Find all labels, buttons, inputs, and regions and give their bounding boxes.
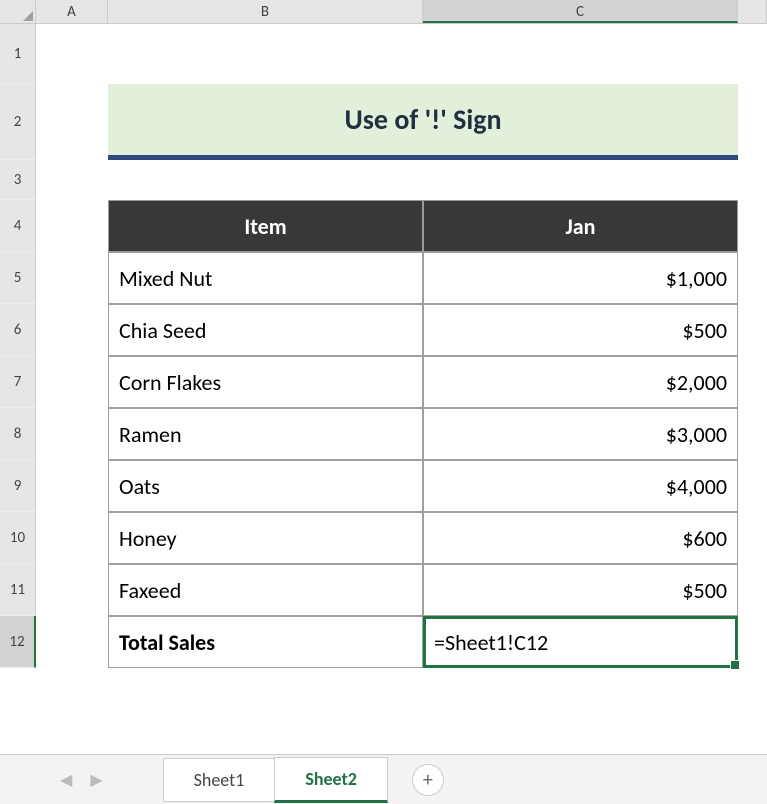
col-header-B[interactable]: B	[108, 0, 423, 23]
row-header-6[interactable]: 6	[0, 304, 36, 356]
tab-nav-next-icon[interactable]: ▶	[90, 770, 102, 790]
row-header-7[interactable]: 7	[0, 356, 36, 408]
header-item[interactable]: Item	[108, 200, 423, 252]
table-row: Chia Seed $500	[108, 304, 738, 356]
plus-icon: +	[423, 768, 433, 792]
cell-item[interactable]: Oats	[108, 460, 423, 512]
cell-jan[interactable]: $2,000	[423, 356, 738, 408]
cell-item[interactable]: Honey	[108, 512, 423, 564]
sheet-tab-2[interactable]: Sheet2	[274, 757, 388, 803]
table-row: Ramen $3,000	[108, 408, 738, 460]
row-header-1[interactable]: 1	[0, 24, 36, 84]
column-headers: A B C	[0, 0, 767, 24]
cell-jan[interactable]: $500	[423, 304, 738, 356]
col-header-next[interactable]	[738, 0, 767, 23]
cells-area[interactable]: Use of '!' Sign Item Jan Mixed Nut $1,00…	[36, 24, 767, 668]
col-header-A[interactable]: A	[36, 0, 108, 23]
table-header-row: Item Jan	[108, 200, 738, 252]
title-cell[interactable]: Use of '!' Sign	[108, 84, 738, 160]
add-sheet-button[interactable]: +	[412, 764, 444, 796]
sheet-tab-bar: ◀ ▶ Sheet1 Sheet2 +	[0, 754, 767, 804]
cell-jan[interactable]: $600	[423, 512, 738, 564]
cell-item[interactable]: Chia Seed	[108, 304, 423, 356]
header-jan[interactable]: Jan	[423, 200, 738, 252]
select-all-corner[interactable]	[0, 0, 36, 23]
total-formula-cell[interactable]: =Sheet1!C12	[423, 616, 738, 668]
row-header-5[interactable]: 5	[0, 252, 36, 304]
table-row: Oats $4,000	[108, 460, 738, 512]
sheet-tab-1[interactable]: Sheet1	[163, 758, 276, 802]
total-row: Total Sales =Sheet1!C12	[108, 616, 738, 668]
cell-jan[interactable]: $3,000	[423, 408, 738, 460]
tab-nav-arrows: ◀ ▶	[60, 770, 103, 790]
row-header-9[interactable]: 9	[0, 460, 36, 512]
spreadsheet-grid: A B C 1 2 3 4 5 6 7 8 9 10 11 12 Use of …	[0, 0, 767, 754]
cell-item[interactable]: Ramen	[108, 408, 423, 460]
row-header-4[interactable]: 4	[0, 200, 36, 252]
cell-jan[interactable]: $1,000	[423, 252, 738, 304]
table-row: Faxeed $500	[108, 564, 738, 616]
table-row: Mixed Nut $1,000	[108, 252, 738, 304]
cell-item[interactable]: Mixed Nut	[108, 252, 423, 304]
cell-item[interactable]: Faxeed	[108, 564, 423, 616]
row-header-11[interactable]: 11	[0, 564, 36, 616]
cell-item[interactable]: Corn Flakes	[108, 356, 423, 408]
cell-jan[interactable]: $4,000	[423, 460, 738, 512]
col-header-C[interactable]: C	[423, 0, 738, 23]
row-headers: 1 2 3 4 5 6 7 8 9 10 11 12	[0, 24, 36, 668]
row-header-8[interactable]: 8	[0, 408, 36, 460]
row-header-3[interactable]: 3	[0, 160, 36, 200]
total-label[interactable]: Total Sales	[108, 616, 423, 668]
table-row: Honey $600	[108, 512, 738, 564]
row-header-2[interactable]: 2	[0, 84, 36, 160]
row-header-12[interactable]: 12	[0, 616, 36, 668]
row-header-10[interactable]: 10	[0, 512, 36, 564]
cell-jan[interactable]: $500	[423, 564, 738, 616]
table-row: Corn Flakes $2,000	[108, 356, 738, 408]
tab-nav-prev-icon[interactable]: ◀	[60, 770, 72, 790]
